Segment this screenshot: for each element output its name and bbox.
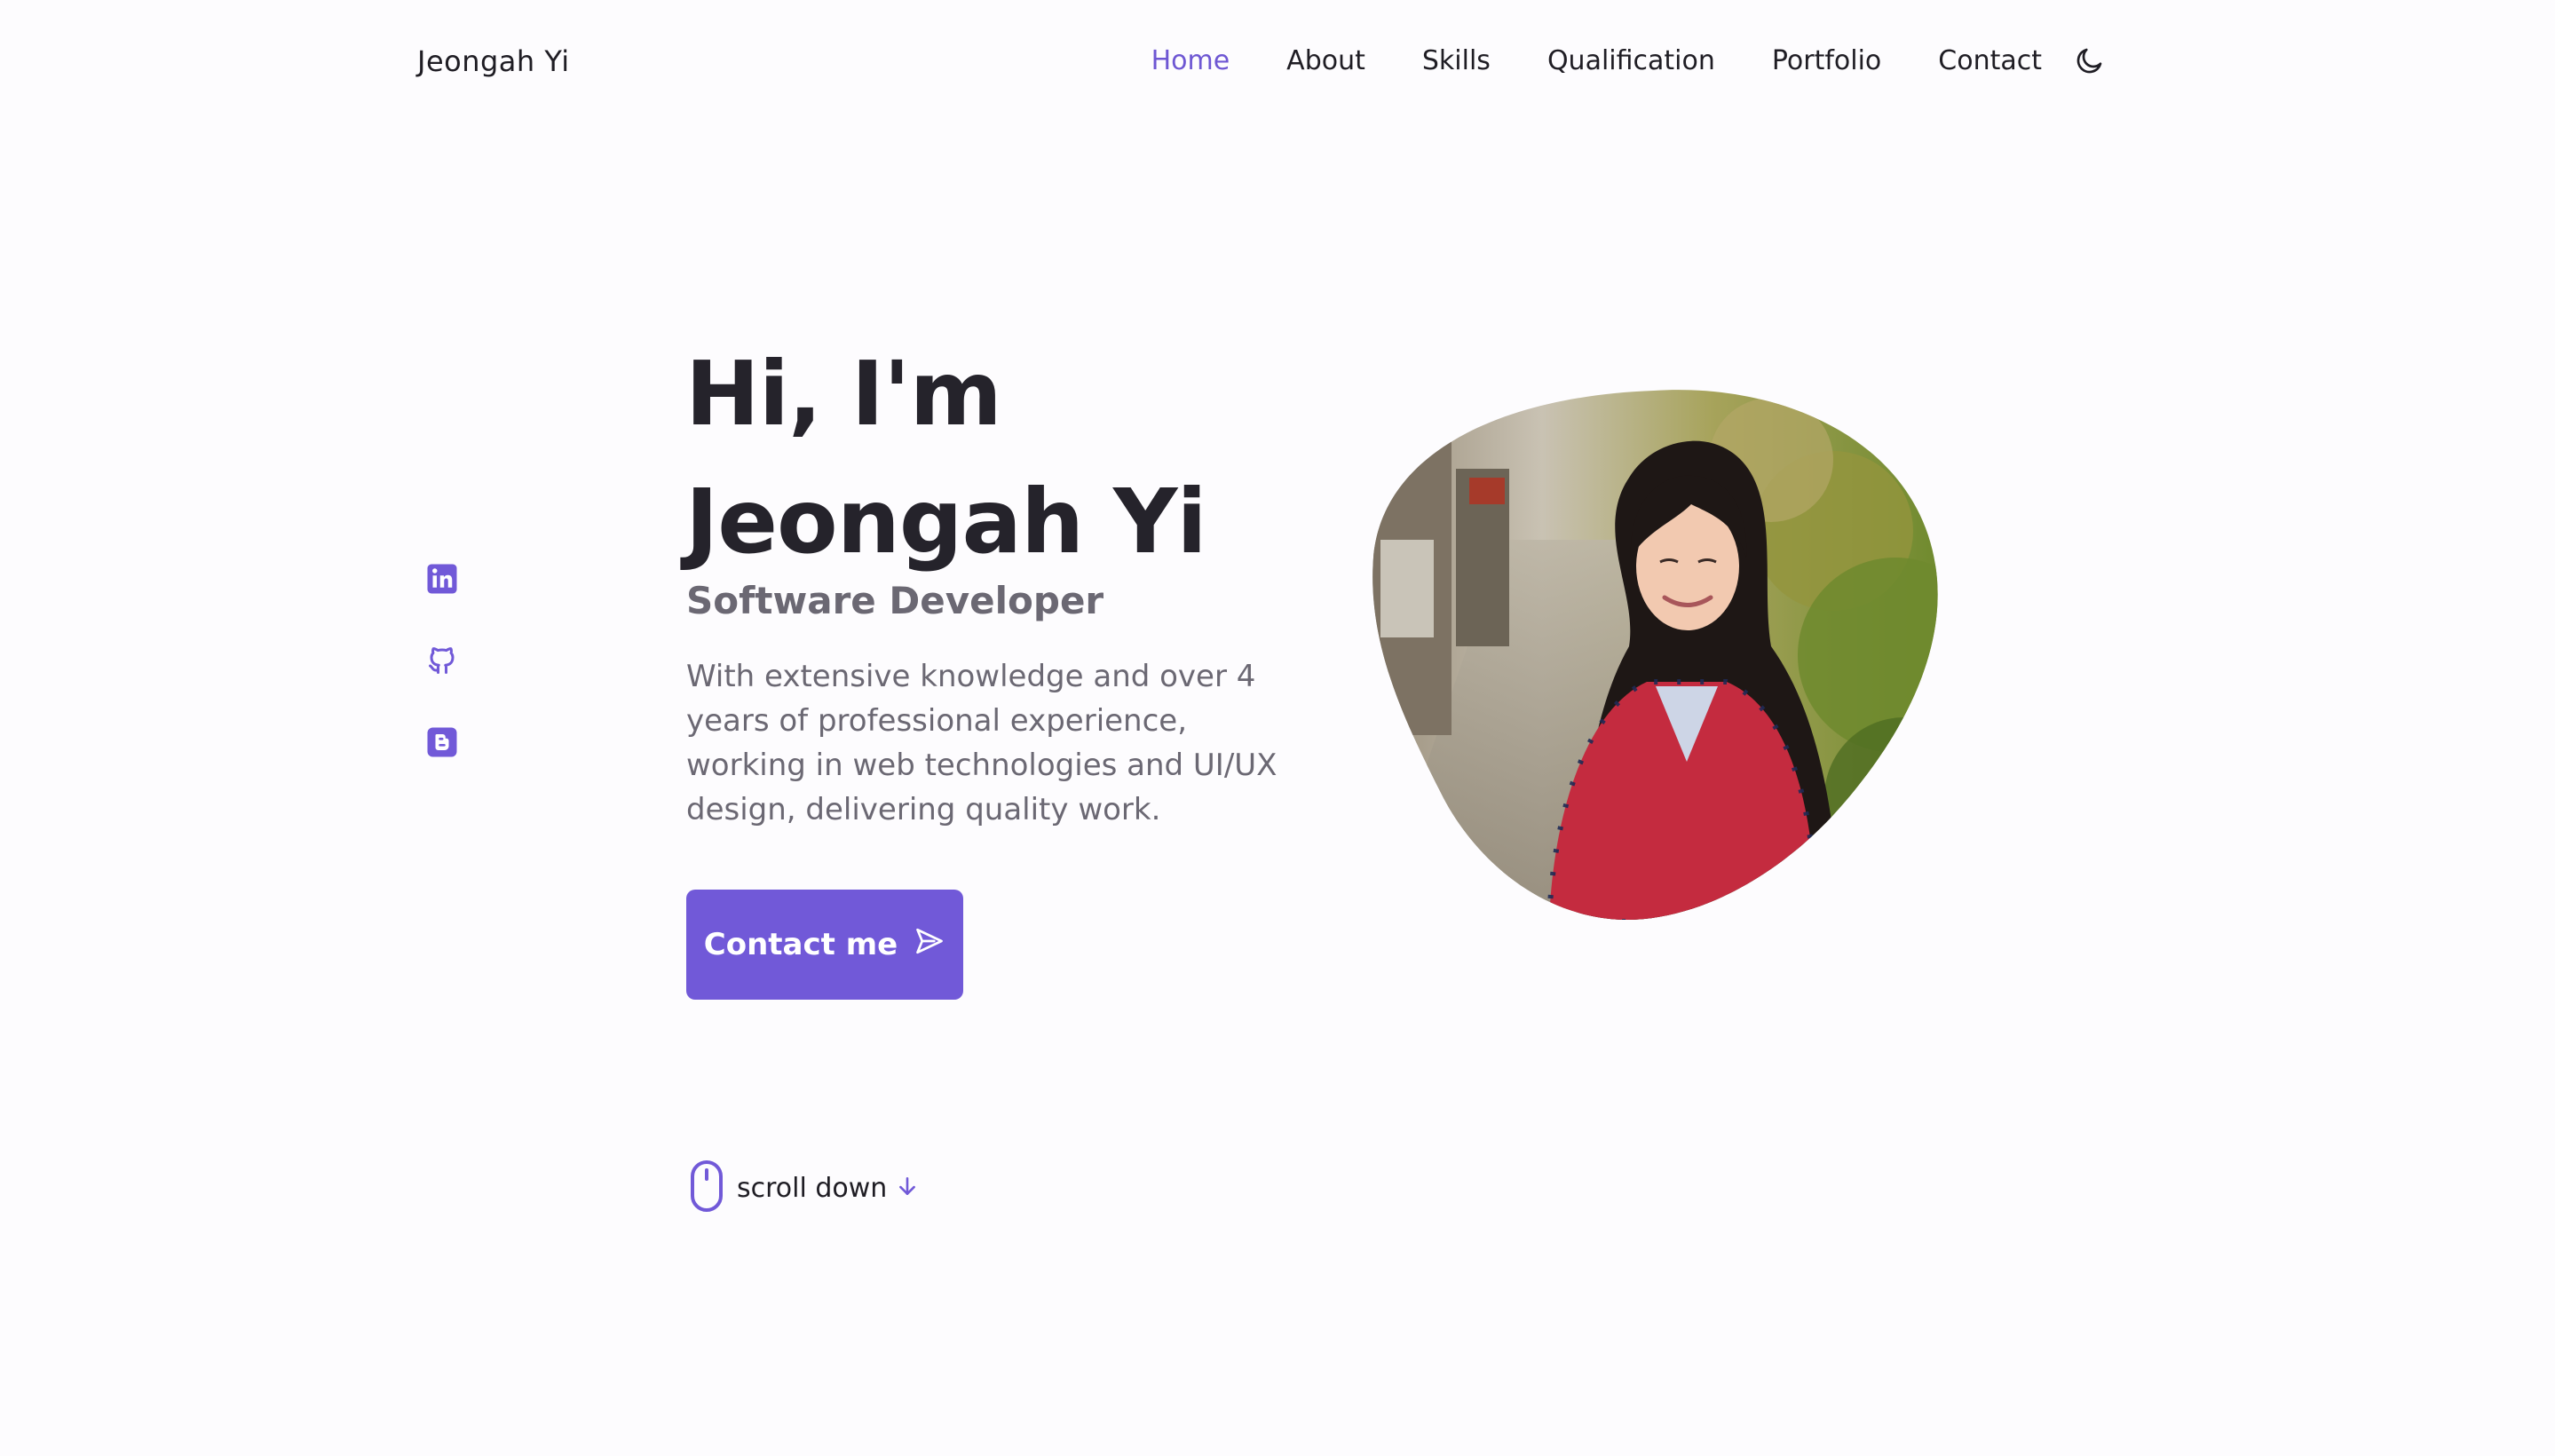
blogger-icon[interactable] bbox=[424, 724, 460, 760]
site-header: Jeongah Yi Home About Skills Qualificati… bbox=[0, 0, 2555, 124]
send-icon bbox=[914, 925, 945, 965]
github-icon[interactable] bbox=[424, 643, 460, 678]
nav-link-portfolio[interactable]: Portfolio bbox=[1772, 45, 1881, 76]
site-logo[interactable]: Jeongah Yi bbox=[417, 44, 570, 78]
scroll-down-link[interactable]: scroll down bbox=[689, 1159, 919, 1216]
nav-link-home[interactable]: Home bbox=[1151, 45, 1230, 76]
nav-link-contact[interactable]: Contact bbox=[1938, 45, 2042, 76]
main-nav: Home About Skills Qualification Portfoli… bbox=[1095, 43, 2108, 78]
nav-link-skills[interactable]: Skills bbox=[1422, 45, 1491, 76]
linkedin-icon[interactable] bbox=[424, 561, 460, 597]
scroll-down-label: scroll down bbox=[737, 1172, 888, 1204]
hero-subtitle: Software Developer bbox=[686, 579, 1104, 622]
moon-icon[interactable] bbox=[2072, 43, 2108, 78]
social-links bbox=[424, 561, 460, 806]
hero-description: With extensive knowledge and over 4 year… bbox=[686, 659, 1278, 827]
arrow-down-icon bbox=[896, 1175, 919, 1201]
contact-me-button[interactable]: Contact me bbox=[686, 890, 963, 1000]
profile-photo bbox=[1372, 389, 1940, 922]
mouse-icon bbox=[689, 1159, 724, 1216]
hero-title-line1: Hi, I'm bbox=[685, 342, 1002, 446]
nav-link-qualification[interactable]: Qualification bbox=[1547, 45, 1715, 76]
hero-title: Hi, I'm Jeongah Yi bbox=[685, 330, 1207, 586]
contact-me-label: Contact me bbox=[703, 927, 898, 962]
nav-link-about[interactable]: About bbox=[1286, 45, 1365, 76]
hero-title-line2: Jeongah Yi bbox=[685, 470, 1207, 574]
